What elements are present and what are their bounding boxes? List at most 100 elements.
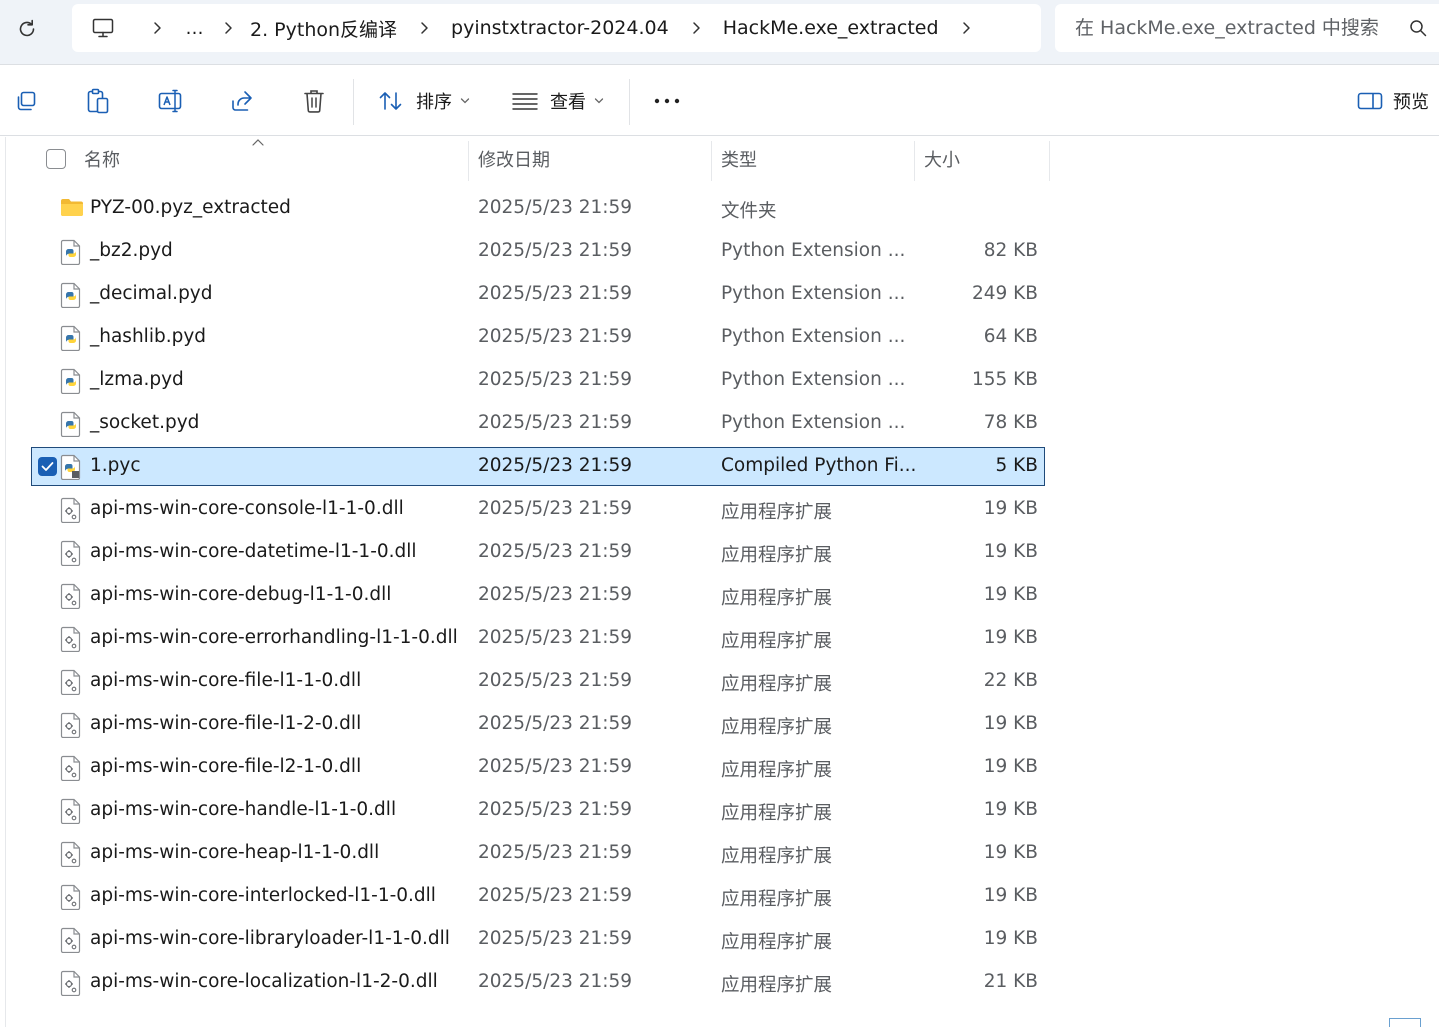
file-size: 19 KB [983, 885, 1038, 906]
column-header-size[interactable]: 大小 [924, 137, 1044, 181]
file-modified-date: 2025/5/23 21:59 [478, 584, 633, 605]
file-name: api-ms-win-core-file-l1-1-0.dll [90, 670, 362, 691]
trash-icon [304, 90, 324, 113]
toolbar-divider [629, 79, 630, 125]
delete-button[interactable] [296, 83, 332, 119]
file-type: 应用程序扩展 [721, 975, 833, 996]
chevron-right-icon[interactable] [673, 21, 719, 35]
preview-pane-button[interactable]: 预览 [1357, 83, 1429, 119]
checkmark-icon [41, 462, 54, 471]
view-menu-button[interactable]: 查看 [512, 83, 604, 119]
chevron-right-icon[interactable] [401, 21, 447, 35]
this-pc-button[interactable] [72, 17, 134, 39]
pane-border [5, 137, 6, 1027]
breadcrumb-item-pyinstxtractor[interactable]: pyinstxtractor-2024.04 [447, 17, 673, 39]
file-name: api-ms-win-core-file-l2-1-0.dll [90, 756, 362, 777]
file-type: Compiled Python Fi... [721, 455, 917, 476]
table-row[interactable]: _lzma.pyd 2025/5/23 21:59 Python Extension… [32, 362, 1044, 399]
chevron-right-icon[interactable] [134, 21, 180, 35]
table-row[interactable]: api-ms-win-core-libraryloader-l1-1-0.dll… [32, 921, 1044, 958]
table-row[interactable]: api-ms-win-core-file-l1-2-0.dll 2025/5/23… [32, 706, 1044, 743]
dll-file-icon [60, 583, 84, 610]
file-size: 19 KB [983, 498, 1038, 519]
table-row[interactable]: api-ms-win-core-file-l1-1-0.dll 2025/5/23… [32, 663, 1044, 700]
refresh-icon [19, 19, 35, 37]
column-modified-label: 修改日期 [478, 150, 550, 171]
file-name: _bz2.pyd [90, 240, 173, 261]
preview-pane-icon [1357, 92, 1383, 110]
file-modified-date: 2025/5/23 21:59 [478, 412, 633, 433]
preview-label: 预览 [1393, 92, 1429, 113]
file-type: 应用程序扩展 [721, 502, 833, 523]
column-header-type[interactable]: 类型 [721, 137, 909, 181]
column-divider[interactable] [468, 141, 469, 181]
file-modified-date: 2025/5/23 21:59 [478, 627, 633, 648]
table-row[interactable]: api-ms-win-core-localization-l1-2-0.dll 2… [32, 964, 1044, 1001]
refresh-button[interactable] [12, 14, 42, 44]
file-type: 应用程序扩展 [721, 717, 833, 738]
table-row-selected[interactable]: 1.pyc 2025/5/23 21:59 Compiled Python Fi..… [31, 447, 1045, 486]
rename-button[interactable] [152, 83, 188, 119]
table-row[interactable]: api-ms-win-core-handle-l1-1-0.dll 2025/5/… [32, 792, 1044, 829]
rename-icon [158, 89, 182, 113]
file-modified-date: 2025/5/23 21:59 [478, 498, 633, 519]
column-header-name[interactable]: 名称 [84, 137, 464, 181]
python-file-icon [60, 239, 84, 266]
table-row[interactable]: api-ms-win-core-file-l2-1-0.dll 2025/5/23… [32, 749, 1044, 786]
file-name: api-ms-win-core-heap-l1-1-0.dll [90, 842, 380, 863]
table-row[interactable]: _socket.pyd 2025/5/23 21:59 Python Extensi… [32, 405, 1044, 442]
file-name: api-ms-win-core-debug-l1-1-0.dll [90, 584, 392, 605]
search-icon[interactable] [1409, 19, 1427, 37]
search-input[interactable] [1075, 17, 1405, 39]
column-divider[interactable] [711, 141, 712, 181]
scrollbar-thumb[interactable] [1389, 1018, 1421, 1027]
file-type: 文件夹 [721, 201, 777, 222]
row-checkbox[interactable] [38, 457, 57, 476]
file-modified-date: 2025/5/23 21:59 [478, 197, 633, 218]
more-options-button[interactable] [649, 83, 685, 119]
column-divider[interactable] [914, 141, 915, 181]
table-row[interactable]: api-ms-win-core-interlocked-l1-1-0.dll 20… [32, 878, 1044, 915]
python-file-icon [60, 282, 84, 309]
file-name: api-ms-win-core-datetime-l1-1-0.dll [90, 541, 417, 562]
file-modified-date: 2025/5/23 21:59 [478, 455, 633, 476]
table-row[interactable]: api-ms-win-core-console-l1-1-0.dll 2025/5… [32, 491, 1044, 528]
dll-file-icon [60, 712, 84, 739]
file-type: 应用程序扩展 [721, 631, 833, 652]
column-divider[interactable] [1049, 141, 1050, 181]
select-all-checkbox[interactable] [46, 149, 66, 169]
table-row[interactable]: api-ms-win-core-debug-l1-1-0.dll 2025/5/2… [32, 577, 1044, 614]
table-row[interactable]: _decimal.pyd 2025/5/23 21:59 Python Extens… [32, 276, 1044, 313]
table-row[interactable]: api-ms-win-core-errorhandling-l1-1-0.dll… [32, 620, 1044, 657]
file-type: 应用程序扩展 [721, 803, 833, 824]
file-size: 19 KB [983, 541, 1038, 562]
file-name: api-ms-win-core-console-l1-1-0.dll [90, 498, 404, 519]
file-size: 64 KB [983, 326, 1038, 347]
file-type: Python Extension ... [721, 240, 906, 261]
file-modified-date: 2025/5/23 21:59 [478, 928, 633, 949]
file-name: api-ms-win-core-handle-l1-1-0.dll [90, 799, 397, 820]
table-row[interactable]: _hashlib.pyd 2025/5/23 21:59 Python Extens… [32, 319, 1044, 356]
copy-button[interactable] [8, 83, 44, 119]
chevron-right-icon[interactable] [943, 21, 989, 35]
dll-file-icon [60, 540, 84, 567]
table-row[interactable]: api-ms-win-core-heap-l1-1-0.dll 2025/5/23… [32, 835, 1044, 872]
breadcrumb-item-python-decompile[interactable]: 2. Python反编译 [246, 15, 401, 42]
sort-menu-button[interactable]: 排序 [378, 83, 470, 119]
python-file-icon [60, 368, 84, 395]
dll-file-icon [60, 626, 84, 653]
table-row[interactable]: api-ms-win-core-datetime-l1-1-0.dll 2025/… [32, 534, 1044, 571]
breadcrumb-overflow-button[interactable]: … [180, 18, 210, 39]
column-header-modified[interactable]: 修改日期 [478, 137, 706, 181]
share-button[interactable] [224, 83, 260, 119]
chevron-right-icon[interactable] [210, 21, 246, 35]
table-row[interactable]: PYZ-00.pyz_extracted 2025/5/23 21:59 文件夹 [32, 190, 1044, 227]
breadcrumb-item-hackme-extracted[interactable]: HackMe.exe_extracted [719, 17, 943, 39]
file-name: api-ms-win-core-errorhandling-l1-1-0.dll [90, 627, 458, 648]
paste-button[interactable] [80, 83, 116, 119]
sort-ascending-icon [252, 139, 264, 146]
file-size: 19 KB [983, 756, 1038, 777]
file-name: api-ms-win-core-libraryloader-l1-1-0.dll [90, 928, 450, 949]
table-row[interactable]: _bz2.pyd 2025/5/23 21:59 Python Extension … [32, 233, 1044, 270]
file-size: 19 KB [983, 799, 1038, 820]
